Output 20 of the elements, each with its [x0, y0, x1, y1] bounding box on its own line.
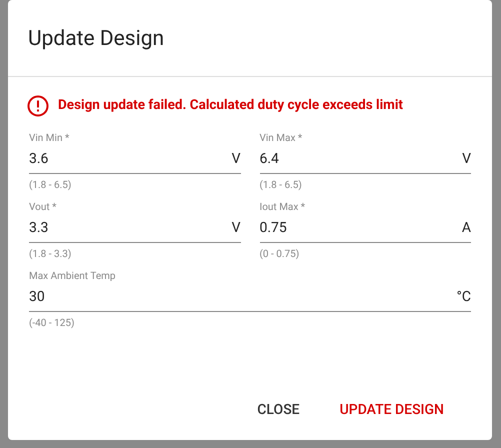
range-hint: (1.8 - 6.5)	[260, 178, 303, 192]
update-button[interactable]: UPDATE DESIGN	[332, 394, 452, 427]
field-label: Vout *	[29, 202, 58, 214]
range-hint: (1.8 - 3.3)	[29, 248, 72, 262]
error-icon	[27, 94, 49, 116]
error-message: Design update failed. Calculated duty cycle exceeds limit	[58, 96, 403, 116]
dialog-title: Update Design	[8, 0, 492, 76]
field-label: Iout Max *	[260, 202, 306, 214]
close-button[interactable]: CLOSE	[249, 394, 308, 427]
range-hint: (1.8 - 6.5)	[29, 178, 72, 192]
field-label: Vin Max *	[260, 132, 304, 144]
field-label: Vin Min *	[29, 132, 70, 144]
input-field[interactable]: 6.4 V	[260, 144, 471, 174]
input-field[interactable]: 3.3 V	[29, 214, 240, 242]
field-label: Max Ambient Temp	[29, 270, 117, 282]
input-field[interactable]: 30 °C	[29, 282, 471, 312]
range-hint: (-40 - 125)	[29, 316, 76, 330]
input-field[interactable]: 3.6 V	[29, 144, 240, 174]
input-field[interactable]: 0.75 A	[260, 214, 471, 242]
range-hint: (0 - 0.75)	[260, 248, 300, 262]
